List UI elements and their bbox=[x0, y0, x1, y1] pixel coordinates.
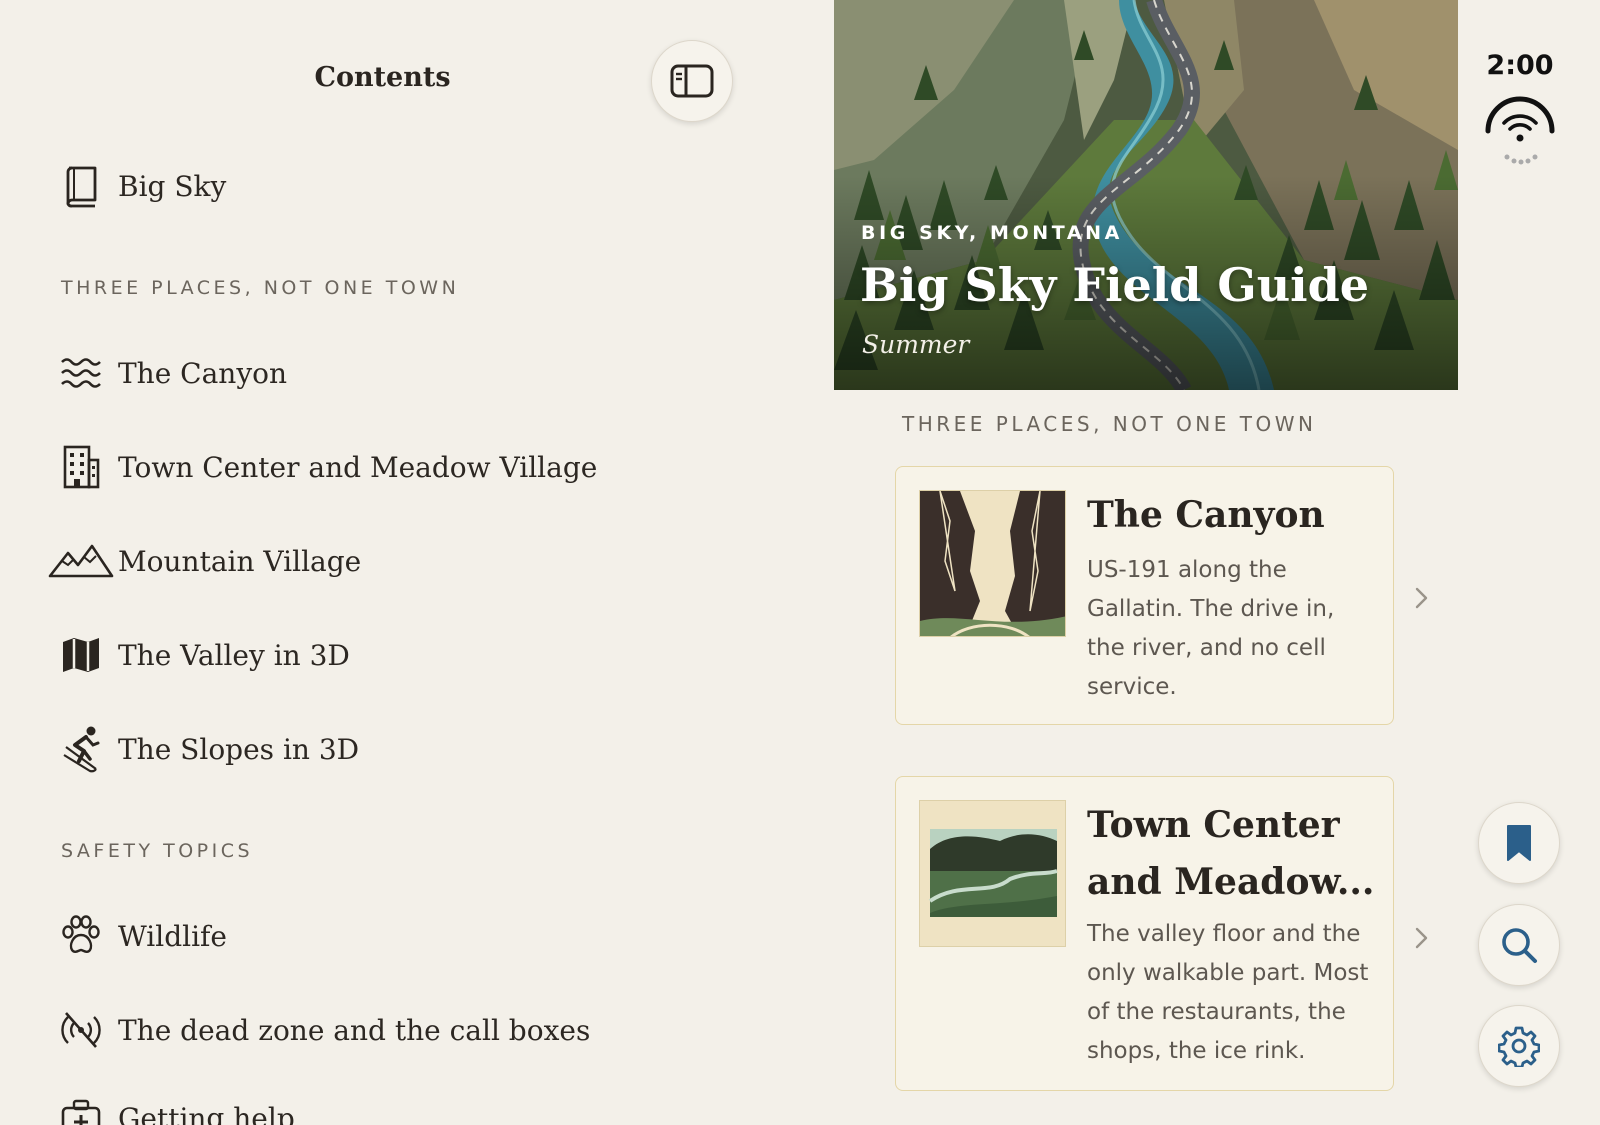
bookmark-button[interactable] bbox=[1478, 802, 1560, 884]
canyon-thumbnail bbox=[919, 490, 1066, 637]
contents-sidebar: Contents Big Sky THREE PLACES, NOT ONE T… bbox=[0, 0, 800, 1125]
medical-kit-icon bbox=[48, 1094, 114, 1125]
toc-item-label: Getting help bbox=[118, 1101, 295, 1125]
chevron-right-icon[interactable] bbox=[1412, 583, 1432, 613]
hero-banner: BIG SKY, MONTANA Big Sky Field Guide Sum… bbox=[834, 0, 1458, 390]
mountains-icon bbox=[48, 537, 114, 585]
toc-item-dead-zone[interactable]: The dead zone and the call boxes bbox=[48, 1000, 590, 1060]
toc-item-label: The Canyon bbox=[118, 356, 288, 390]
card-title: The Canyon bbox=[1087, 494, 1325, 536]
building-icon bbox=[48, 443, 114, 491]
place-card-town-center[interactable]: Town Center and Meadow... The valley flo… bbox=[895, 776, 1394, 1091]
toc-item-wildlife[interactable]: Wildlife bbox=[48, 906, 227, 966]
main-section-header: THREE PLACES, NOT ONE TOWN bbox=[902, 412, 1317, 436]
toc-item-slopes-3d[interactable]: The Slopes in 3D bbox=[48, 719, 359, 779]
toc-item-the-canyon[interactable]: The Canyon bbox=[48, 343, 287, 403]
town-center-thumbnail bbox=[919, 800, 1066, 947]
toc-item-big-sky[interactable]: Big Sky bbox=[48, 156, 226, 216]
wifi-icon bbox=[1485, 96, 1555, 165]
search-icon bbox=[1502, 928, 1537, 963]
gear-icon bbox=[1498, 1026, 1540, 1067]
skier-icon bbox=[48, 725, 114, 773]
waves-icon bbox=[48, 349, 114, 397]
toc-item-valley-3d[interactable]: The Valley in 3D bbox=[48, 625, 350, 685]
toc-item-label: The dead zone and the call boxes bbox=[118, 1013, 591, 1047]
sidebar-toggle-button[interactable] bbox=[651, 40, 733, 122]
toc-item-label: Wildlife bbox=[118, 919, 227, 953]
hero-overline: BIG SKY, MONTANA bbox=[861, 222, 1123, 244]
sidebar-toggle-icon bbox=[670, 64, 714, 98]
toc-item-mountain-village[interactable]: Mountain Village bbox=[48, 531, 361, 591]
card-description: US-191 along the Gallatin. The drive in,… bbox=[1087, 557, 1335, 700]
place-card-canyon[interactable]: The Canyon US-191 along the Gallatin. Th… bbox=[895, 466, 1394, 725]
clock: 2:00 bbox=[1486, 50, 1554, 81]
map-icon bbox=[48, 631, 114, 679]
hero-title: Big Sky Field Guide bbox=[860, 258, 1370, 312]
settings-button[interactable] bbox=[1478, 1005, 1560, 1087]
toc-item-getting-help[interactable]: Getting help bbox=[48, 1088, 295, 1125]
section-header-places: THREE PLACES, NOT ONE TOWN bbox=[61, 277, 460, 299]
paw-icon bbox=[48, 912, 114, 960]
toc-item-label: Mountain Village bbox=[118, 544, 362, 578]
hero-subtitle: Summer bbox=[862, 330, 970, 359]
bookmark-icon bbox=[1507, 825, 1531, 861]
toc-item-town-center[interactable]: Town Center and Meadow Village bbox=[48, 437, 597, 497]
chevron-right-icon[interactable] bbox=[1412, 923, 1432, 953]
toc-item-label: The Slopes in 3D bbox=[118, 732, 360, 766]
toc-item-label: The Valley in 3D bbox=[118, 638, 350, 672]
search-button[interactable] bbox=[1478, 904, 1560, 986]
toc-item-label: Town Center and Meadow Village bbox=[118, 450, 598, 484]
card-title-line: Town Center bbox=[1087, 804, 1340, 846]
book-icon bbox=[48, 162, 114, 210]
toc-item-label: Big Sky bbox=[118, 169, 227, 203]
no-signal-icon bbox=[48, 1006, 114, 1054]
card-title: Town Center and Meadow... bbox=[1087, 797, 1377, 911]
card-description: The valley floor and the only walkable p… bbox=[1087, 921, 1369, 1064]
section-header-safety: SAFETY TOPICS bbox=[61, 840, 254, 862]
card-title-line: and Meadow... bbox=[1087, 861, 1375, 903]
